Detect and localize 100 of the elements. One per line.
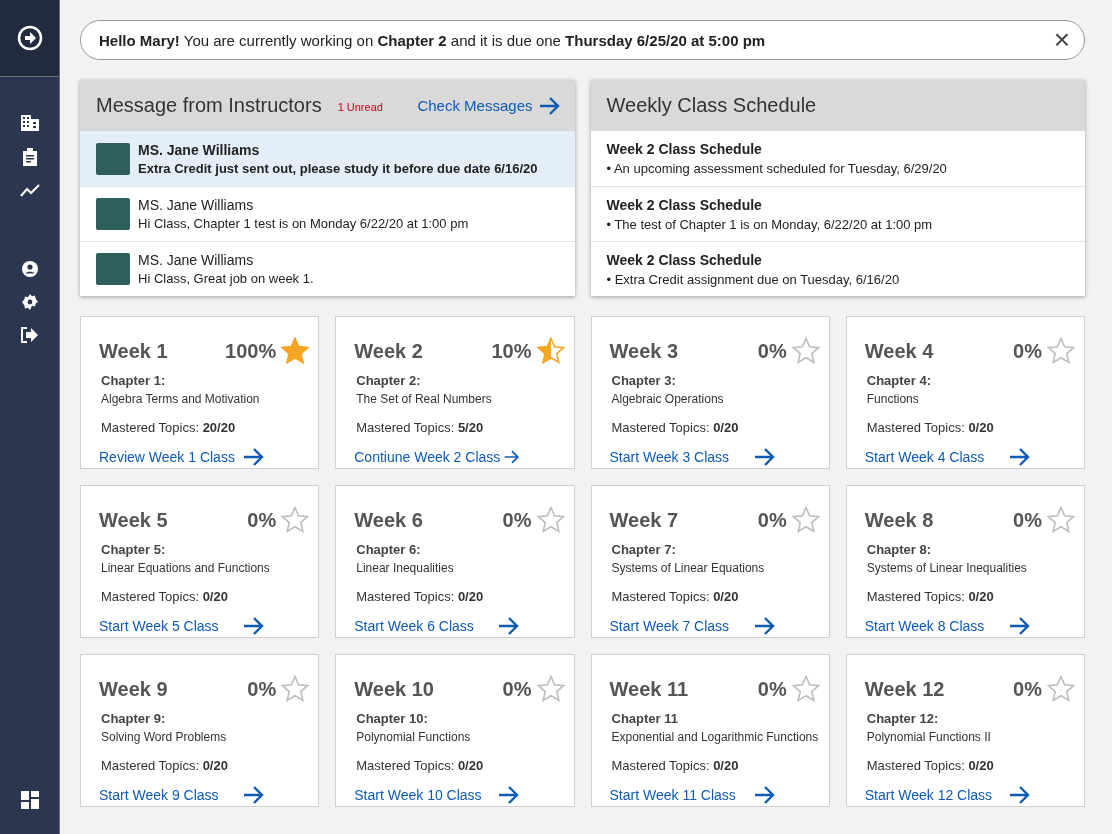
chapter-label: Chapter 3: xyxy=(611,373,677,388)
photo-placeholder xyxy=(96,253,130,285)
mastered-topics: Mastered Topics: 0/20 xyxy=(866,589,995,604)
chapter-label: Chapter 12: xyxy=(866,711,940,726)
arrow-circle-icon[interactable] xyxy=(16,25,43,51)
arrow-right-icon xyxy=(1008,616,1031,636)
chapter-title: The Set of Real Numbers xyxy=(356,392,493,406)
check-messages-link[interactable]: Check Messages xyxy=(417,95,561,116)
schedule-title: Week 2 Class Schedule xyxy=(606,251,763,268)
week-class-link[interactable]: Start Week 10 Class xyxy=(354,785,521,805)
chapter-title: Exponential and Logarithmic Functions xyxy=(611,730,820,744)
panel-title: Weekly Class Schedule xyxy=(606,94,817,117)
week-title: Week 9 xyxy=(99,677,169,701)
chapter-title: Polynomial Functions II xyxy=(866,730,992,744)
chapter-label: Chapter 5: xyxy=(101,542,167,557)
week-title: Week 7 xyxy=(609,508,680,532)
week-class-link[interactable]: Review Week 1 Class xyxy=(99,447,265,467)
message-item[interactable]: MS. Jane Williams Hi Class, Great job on week 1. xyxy=(80,241,575,296)
star-icon xyxy=(1046,337,1076,365)
user-icon[interactable] xyxy=(21,261,38,277)
progress-percent: 0% xyxy=(502,508,532,532)
unread-count: 1 Unread xyxy=(337,100,384,113)
arrow-right-icon xyxy=(243,447,265,467)
star-icon xyxy=(790,506,821,534)
chapter-label: Chapter 4: xyxy=(866,373,933,388)
building-icon[interactable] xyxy=(20,115,39,131)
chapter-title: Algebraic Operations xyxy=(611,392,725,406)
mastered-topics: Mastered Topics: 0/20 xyxy=(356,758,485,773)
chapter-title: Linear Equations and Functions xyxy=(101,561,271,575)
arrow-right-icon xyxy=(753,616,776,636)
week-title: Week 4 xyxy=(864,339,935,363)
week-class-link[interactable]: Start Week 3 Class xyxy=(609,447,776,467)
star-icon xyxy=(280,675,311,703)
chapter-title: Functions xyxy=(866,392,920,406)
arrow-right-icon xyxy=(498,785,521,805)
progress-percent: 0% xyxy=(757,508,787,532)
message-text: Hi Class, Chapter 1 test is on Monday 6/22/20 at 1:00 pm xyxy=(138,216,469,231)
star-icon xyxy=(535,337,566,365)
week-title: Week 2 xyxy=(354,339,424,363)
week-class-link[interactable]: Start Week 7 Class xyxy=(609,616,776,636)
message-text: Hi Class, Great job on week 1. xyxy=(138,271,314,286)
week-class-link[interactable]: Start Week 5 Class xyxy=(99,616,265,636)
chapter-title: Systems of Linear Inequalities xyxy=(866,561,1028,575)
week-class-link[interactable]: Contiune Week 2 Class xyxy=(354,447,521,467)
arrow-right-icon xyxy=(753,785,776,805)
week-class-link[interactable]: Start Week 9 Class xyxy=(99,785,265,805)
mastered-topics: Mastered Topics: 5/20 xyxy=(356,420,485,435)
week-class-link[interactable]: Start Week 6 Class xyxy=(354,616,521,636)
chapter-label: Chapter 6: xyxy=(356,542,422,557)
progress-percent: 10% xyxy=(491,339,532,363)
schedule-text: • An upcoming assessment scheduled for Tuesday, 6/29/20 xyxy=(606,161,947,176)
logout-icon[interactable] xyxy=(20,327,39,343)
week-class-link[interactable]: Start Week 11 Class xyxy=(609,785,776,805)
greeting-message: Hello Mary! You are currently working on Chapter 2 and it is due one Thursday 6/25/20 at 5:00 pm xyxy=(99,31,767,49)
trend-line-icon[interactable] xyxy=(19,183,40,197)
mastered-topics: Mastered Topics: 0/20 xyxy=(866,758,995,773)
week-title: Week 6 xyxy=(354,508,424,532)
star-icon xyxy=(535,675,566,703)
sender-name: MS. Jane Williams xyxy=(138,141,261,158)
week-title: Week 3 xyxy=(609,339,680,363)
clipboard-icon[interactable] xyxy=(22,148,37,166)
message-text: Extra Credit just sent out, please study it before due date 6/16/20 xyxy=(138,160,538,176)
chapter-title: Systems of Linear Equations xyxy=(611,561,766,575)
arrow-right-icon xyxy=(1008,447,1031,467)
message-item[interactable]: MS. Jane Williams Hi Class, Chapter 1 test is on Monday 6/22/20 at 1:00 pm xyxy=(80,186,575,241)
star-icon xyxy=(790,675,821,703)
message-item[interactable]: MS. Jane Williams Extra Credit just sent out, please study it before due date 6/16/20 xyxy=(80,131,575,186)
week-class-link[interactable]: Start Week 4 Class xyxy=(864,447,1031,467)
arrow-right-icon xyxy=(538,95,561,116)
week-title: Week 1 xyxy=(99,339,169,363)
chapter-label: Chapter 1: xyxy=(101,373,167,388)
arrow-right-icon xyxy=(1008,785,1031,805)
week-class-link[interactable]: Start Week 8 Class xyxy=(864,616,1031,636)
chapter-label: Chapter 7: xyxy=(611,542,677,557)
star-icon xyxy=(790,337,821,365)
progress-percent: 0% xyxy=(757,677,787,701)
week-title: Week 5 xyxy=(99,508,169,532)
mastered-topics: Mastered Topics: 0/20 xyxy=(611,758,740,773)
schedule-text: • The test of Chapter 1 is on Monday, 6/22/20 at 1:00 pm xyxy=(606,216,933,232)
mastered-topics: Mastered Topics: 20/20 xyxy=(101,420,237,435)
progress-percent: 0% xyxy=(757,339,787,363)
arrow-right-icon xyxy=(243,785,265,805)
chapter-label: Chapter 8: xyxy=(866,542,933,557)
schedule-title: Week 2 Class Schedule xyxy=(606,141,763,157)
photo-placeholder xyxy=(96,198,130,230)
settings-icon[interactable] xyxy=(21,294,38,310)
sender-name: MS. Jane Williams xyxy=(138,252,255,268)
close-button[interactable]: × xyxy=(1049,28,1074,52)
week-class-link[interactable]: Start Week 12 Class xyxy=(864,785,1031,805)
dashboard-icon[interactable] xyxy=(20,791,39,809)
week-title: Week 8 xyxy=(864,508,935,532)
chapter-title: Linear Inequalities xyxy=(356,561,455,575)
progress-percent: 0% xyxy=(1013,677,1042,701)
progress-percent: 0% xyxy=(247,508,277,532)
chapter-label: Chapter 9: xyxy=(101,711,167,726)
sender-name: MS. Jane Williams xyxy=(138,197,255,213)
progress-percent: 0% xyxy=(247,677,277,701)
arrow-right-icon xyxy=(243,616,265,636)
mastered-topics: Mastered Topics: 0/20 xyxy=(611,420,740,435)
mastered-topics: Mastered Topics: 0/20 xyxy=(356,589,485,604)
